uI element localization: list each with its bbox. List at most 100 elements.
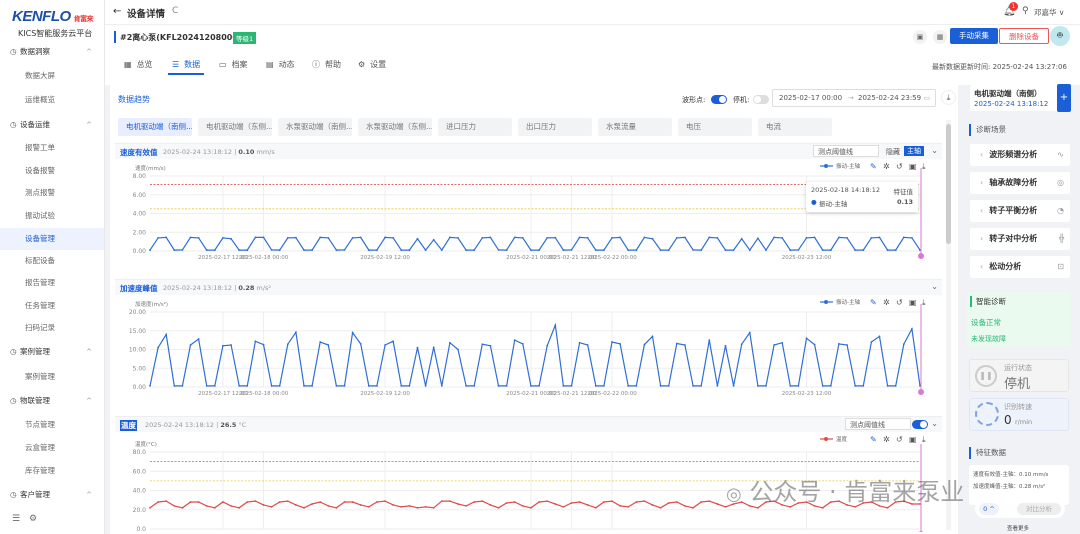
manual-collect-button[interactable]: 手动采集 xyxy=(950,28,998,44)
diagnosis-item[interactable]: ‹ 转子平衡分析 ◔ xyxy=(970,200,1070,222)
point-chip[interactable]: 出口压力 xyxy=(518,118,592,136)
point-chip[interactable]: 电压 xyxy=(678,118,752,136)
assistant-avatar[interactable]: 🤖︎ xyxy=(1050,26,1070,46)
chevron-up-icon[interactable]: ^ xyxy=(86,114,92,136)
cursor-handle[interactable] xyxy=(918,389,924,395)
date-start[interactable]: 2025-02-17 00:00 xyxy=(779,90,842,106)
back-button[interactable]: ← xyxy=(113,6,121,17)
tab-1[interactable]: ☰ 数据 xyxy=(168,55,205,75)
sidebar-item[interactable]: ◷ 案例管理 ^ xyxy=(0,341,104,363)
download-icon[interactable]: ⤓ xyxy=(922,435,926,444)
sidebar-item[interactable]: ◷ 物联管理 ^ xyxy=(0,390,104,412)
chevron-up-icon[interactable]: ^ xyxy=(86,484,92,506)
sidebar-item[interactable]: 库存管理 xyxy=(0,460,104,482)
point-chip[interactable]: 水泵流量 xyxy=(598,118,672,136)
legend-label[interactable]: 振动-主轴 xyxy=(836,298,860,306)
point-card[interactable]: 电机驱动端（南侧） 2025-02-24 13:18:12 xyxy=(970,85,1070,111)
threshold-toggle[interactable] xyxy=(912,420,928,429)
download-icon[interactable]: ⤓ xyxy=(941,90,956,105)
settings-icon[interactable]: ✲ xyxy=(883,162,890,171)
scrollbar-thumb[interactable] xyxy=(946,124,951,244)
diagnosis-item[interactable]: ‹ 波形频谱分析 ∿ xyxy=(970,144,1070,166)
save-image-icon[interactable]: ▣ xyxy=(909,298,917,307)
cursor-handle[interactable] xyxy=(918,531,924,532)
point-chip[interactable]: 进口压力 xyxy=(438,118,512,136)
diagnosis-item[interactable]: ‹ 轴承故障分析 ◎ xyxy=(970,172,1070,194)
save-image-icon[interactable]: ▣ xyxy=(909,162,917,171)
download-icon[interactable]: ⤓ xyxy=(922,298,926,307)
data-point xyxy=(440,500,443,502)
legend-label[interactable]: 温度 xyxy=(836,435,848,443)
edit-icon[interactable]: ✎ xyxy=(870,162,877,171)
shutdown-toggle[interactable] xyxy=(753,95,769,104)
user-menu[interactable]: 邓嘉华 ∨ xyxy=(1034,7,1064,18)
sidebar-item[interactable]: ◷ 数据洞察 ^ xyxy=(0,41,104,63)
chevron-up-icon[interactable]: ^ xyxy=(86,390,92,412)
diagnosis-item[interactable]: ‹ 松动分析 ⊡ xyxy=(970,256,1070,278)
tab-2[interactable]: ▭ 档案 xyxy=(215,55,252,75)
data-point xyxy=(586,504,589,506)
chevron-down-icon[interactable]: ⌄ xyxy=(931,146,938,155)
tab-0[interactable]: ▦ 总览 xyxy=(120,55,157,75)
menu-collapse-icon[interactable]: ☰ xyxy=(12,514,20,524)
sidebar-item[interactable]: 云盒管理 xyxy=(0,437,104,459)
point-chip[interactable]: 电机驱动端（东侧... xyxy=(198,118,272,136)
tab-4[interactable]: ⓘ 帮助 xyxy=(308,55,345,75)
compare-count[interactable]: 0 ^ xyxy=(979,503,999,515)
diagnosis-item[interactable]: ‹ 转子对中分析 ╬ xyxy=(970,228,1070,250)
view-more-link[interactable]: 查看更多 xyxy=(1007,524,1029,532)
sidebar-item[interactable]: ◷ 客户管理 ^ xyxy=(0,484,104,506)
point-chip[interactable]: 电流 xyxy=(758,118,832,136)
compare-button[interactable]: 对比分析 xyxy=(1017,503,1061,515)
sidebar-item[interactable]: 运维概览 xyxy=(0,89,104,111)
sidebar-item[interactable]: 报告管理 xyxy=(0,272,104,294)
chevron-up-icon[interactable]: ^ xyxy=(86,41,92,63)
sidebar-item[interactable]: 数据大屏 xyxy=(0,65,104,87)
chevron-down-icon[interactable]: ⌄ xyxy=(931,419,938,428)
sidebar-item[interactable]: 振动试验 xyxy=(0,205,104,227)
chevron-down-icon[interactable]: ⌄ xyxy=(931,282,938,291)
date-end[interactable]: 2025-02-24 23:59 xyxy=(858,90,921,106)
data-point xyxy=(821,249,824,251)
edit-icon[interactable]: ✎ xyxy=(870,298,877,307)
reset-icon[interactable]: ↺ xyxy=(896,298,903,307)
add-point-button[interactable]: + xyxy=(1057,84,1071,112)
settings-icon[interactable]: ⚙ xyxy=(29,514,37,524)
sidebar-item[interactable]: ◷ 设备运维 ^ xyxy=(0,114,104,136)
tab-3[interactable]: ▤ 动态 xyxy=(262,55,299,75)
delete-device-button[interactable]: 删除设备 xyxy=(999,28,1049,44)
sidebar-item[interactable]: 报警工单 xyxy=(0,137,104,159)
settings-icon[interactable]: ✲ xyxy=(883,435,890,444)
sidebar-item[interactable]: 案例管理 xyxy=(0,366,104,388)
waveform-toggle[interactable] xyxy=(711,95,727,104)
monitor-icon[interactable]: ▣ xyxy=(913,30,927,44)
sidebar-item[interactable]: 任务管理 xyxy=(0,295,104,317)
axis-badge[interactable]: 主轴 xyxy=(904,146,924,156)
cursor-handle[interactable] xyxy=(918,253,924,259)
sidebar-item[interactable]: 标配设备 xyxy=(0,250,104,272)
sidebar-item[interactable]: 测点报警 xyxy=(0,182,104,204)
point-chip[interactable]: 电机驱动端（南侧... xyxy=(118,118,192,136)
download-icon[interactable]: ⤓ xyxy=(922,162,926,171)
sidebar-item[interactable]: 设备管理 xyxy=(0,228,104,250)
refresh-button[interactable]: C xyxy=(172,6,178,16)
reset-icon[interactable]: ↺ xyxy=(896,162,903,171)
point-chip[interactable]: 水泵驱动端（南侧... xyxy=(278,118,352,136)
sidebar-item[interactable]: 节点管理 xyxy=(0,414,104,436)
save-image-icon[interactable]: ▣ xyxy=(909,435,917,444)
sidebar-item[interactable]: 扫码记录 xyxy=(0,317,104,339)
hide-label[interactable]: 隐藏 xyxy=(886,147,900,157)
threshold-select[interactable]: 测点阈值线 xyxy=(845,418,911,430)
edit-icon[interactable]: ✎ xyxy=(870,435,877,444)
threshold-select[interactable]: 测点阈值线 xyxy=(813,145,879,157)
reset-icon[interactable]: ↺ xyxy=(896,435,903,444)
chevron-up-icon[interactable]: ^ xyxy=(86,341,92,363)
tab-5[interactable]: ⚙ 设置 xyxy=(354,55,390,75)
legend-label[interactable]: 振动-主轴 xyxy=(836,162,860,170)
date-range-picker[interactable]: 2025-02-17 00:00 → 2025-02-24 23:59 ▭ xyxy=(772,89,936,107)
sidebar-item[interactable]: 设备报警 xyxy=(0,160,104,182)
point-chip[interactable]: 水泵驱动端（东侧... xyxy=(358,118,432,136)
settings-icon[interactable]: ✲ xyxy=(883,298,890,307)
scrollbar[interactable] xyxy=(946,120,951,530)
qrcode-icon[interactable]: ▦ xyxy=(933,30,947,44)
